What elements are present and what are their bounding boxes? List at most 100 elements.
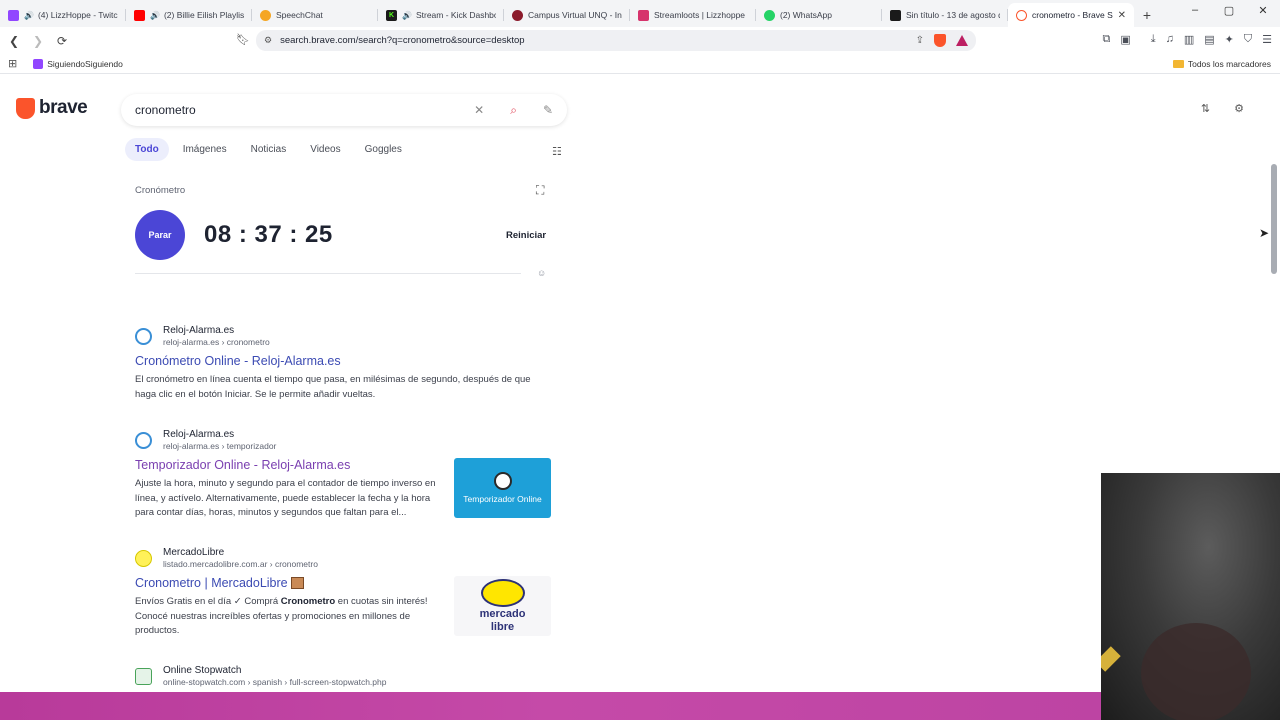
brave-lion-icon	[16, 97, 35, 119]
unq-icon	[512, 9, 523, 21]
tab-title: Stream - Kick Dashboard	[415, 10, 496, 20]
extension-box-icon[interactable]: ▣	[1120, 33, 1130, 46]
youtube-icon	[134, 9, 145, 21]
speaker-icon[interactable]: 🔊	[150, 11, 160, 20]
new-tab-button[interactable]: +	[1134, 3, 1160, 27]
tab-unq[interactable]: Campus Virtual UNQ - Inic	[504, 3, 630, 27]
forward-icon[interactable]: ❯	[28, 34, 48, 48]
extensions-area: ⧉ ▣ ⤓ ♫ ▥ ▤ ✦ ⛉ ☰	[1102, 33, 1272, 46]
tab-title: Streamloots | Lizzhoppe |	[654, 10, 748, 20]
tab-goggles[interactable]: Goggles	[355, 138, 412, 161]
tab-todo[interactable]: Todo	[125, 138, 169, 161]
box-emoji-icon	[290, 577, 304, 589]
tab-title: Sin título - 13 de agosto d	[906, 10, 1000, 20]
maximize-icon[interactable]: ▢	[1212, 4, 1246, 17]
result-thumbnail[interactable]: Temporizador Online	[454, 458, 551, 518]
sort-icon[interactable]: ⇅	[1201, 102, 1210, 115]
vpn-icon[interactable]: ⛉	[1244, 33, 1252, 46]
extensions-icon[interactable]: ⧉	[1102, 33, 1110, 46]
thumbnail-text: mercado	[479, 608, 526, 620]
tab-brave-search[interactable]: cronometro - Brave S ✕	[1008, 3, 1134, 27]
result-site[interactable]: MercadoLibre	[163, 547, 318, 559]
result-url[interactable]: online-stopwatch.com › spanish › full-sc…	[163, 677, 386, 688]
speaker-icon[interactable]: 🔊	[402, 11, 412, 20]
address-url: search.brave.com/search?q=cronometro&sou…	[280, 35, 525, 46]
sidebar-icon[interactable]: ▥	[1184, 33, 1194, 46]
site-favicon-icon	[135, 328, 152, 345]
streamloots-icon	[638, 9, 649, 21]
clock-icon	[493, 472, 512, 490]
share-icon[interactable]: ⇪	[916, 35, 924, 46]
leo-ai-icon[interactable]: ✦	[1225, 33, 1234, 46]
speechchat-icon	[260, 9, 271, 21]
brave-logo[interactable]: brave	[16, 97, 88, 119]
bookmarks-bar: ⊞ SiguiendoSiguiendo Todos los marcadore…	[0, 54, 1280, 74]
result-description: Ajuste la hora, minuto y segundo para el…	[135, 478, 436, 518]
filter-settings-icon[interactable]: ☷	[552, 145, 562, 158]
result-site[interactable]: Reloj-Alarma.es	[163, 325, 270, 337]
stop-button[interactable]: Parar	[135, 210, 185, 260]
bookmark-siguiendo[interactable]: SiguiendoSiguiendo	[33, 58, 123, 69]
brave-rewards-icon[interactable]	[956, 35, 968, 46]
result-description: El cronómetro en línea cuenta el tiempo …	[135, 374, 531, 400]
result-thumbnail[interactable]: mercado libre	[454, 576, 551, 636]
tab-youtube[interactable]: 🔊 (2) Billie Eilish Playlist	[126, 3, 252, 27]
result-site[interactable]: Online Stopwatch	[163, 665, 386, 677]
close-tab-icon[interactable]: ✕	[1114, 10, 1126, 21]
reload-icon[interactable]: ⟳	[52, 34, 72, 48]
tab-whatsapp[interactable]: (2) WhatsApp	[756, 3, 882, 27]
menu-icon[interactable]: ☰	[1262, 33, 1272, 46]
canva-icon	[890, 9, 901, 21]
brave-shields-icon[interactable]	[934, 34, 946, 47]
tab-noticias[interactable]: Noticias	[241, 138, 297, 161]
minimize-icon[interactable]: –	[1178, 4, 1212, 17]
result-url[interactable]: reloj-alarma.es › cronometro	[163, 337, 270, 348]
back-icon[interactable]: ❮	[4, 34, 24, 48]
webcam-figure	[1141, 623, 1251, 720]
tab-videos[interactable]: Videos	[300, 138, 350, 161]
all-bookmarks-label: Todos los marcadores	[1187, 58, 1271, 69]
site-settings-icon[interactable]: ⚙	[264, 35, 272, 46]
fullscreen-icon[interactable]: ⛶	[536, 183, 544, 198]
search-icon[interactable]: ⌕	[510, 103, 517, 118]
tab-imagenes[interactable]: Imágenes	[173, 138, 237, 161]
stopwatch-label: Cronómetro	[135, 185, 186, 196]
divider	[135, 273, 521, 274]
result-url[interactable]: reloj-alarma.es › temporizador	[163, 441, 276, 452]
music-icon[interactable]: ♫	[1166, 33, 1174, 46]
result-url[interactable]: listado.mercadolibre.com.ar › cronometro	[163, 559, 318, 570]
feedback-icon[interactable]: ☺	[537, 268, 546, 278]
download-icon[interactable]: ⤓	[1151, 33, 1156, 46]
apps-grid-icon[interactable]: ⊞	[8, 57, 17, 70]
result-site[interactable]: Reloj-Alarma.es	[163, 429, 276, 441]
brave-icon	[1016, 9, 1027, 21]
bookmark-icon[interactable]: 🔖︎	[236, 33, 250, 46]
clear-icon[interactable]: ✕	[474, 103, 484, 118]
search-input[interactable]: cronometro ✕ ⌕ ✎	[121, 94, 567, 126]
scrollbar-thumb[interactable]	[1271, 164, 1277, 274]
stream-overlay-bar	[0, 692, 1101, 720]
tab-title: (2) Billie Eilish Playlist	[163, 10, 244, 20]
tab-speechchat[interactable]: SpeechChat	[252, 3, 378, 27]
search-result: Reloj-Alarma.es reloj-alarma.es › tempor…	[135, 429, 555, 521]
brand-wordmark: brave	[39, 97, 88, 118]
address-bar[interactable]: ⚙ search.brave.com/search?q=cronometro&s…	[256, 30, 976, 51]
reset-button[interactable]: Reiniciar	[506, 230, 546, 241]
speaker-icon[interactable]: 🔊	[24, 11, 34, 20]
tab-streamloots[interactable]: Streamloots | Lizzhoppe |	[630, 3, 756, 27]
gear-icon[interactable]: ⚙	[1234, 102, 1244, 115]
result-title[interactable]: Cronómetro Online - Reloj-Alarma.es	[135, 353, 555, 369]
browser-toolbar: ❮ ❯ ⟳ 🔖︎ ⚙ search.brave.com/search?q=cro…	[0, 27, 1280, 54]
tab-title: SpeechChat	[276, 10, 323, 20]
ai-answer-icon[interactable]: ✎	[543, 103, 553, 118]
tab-canva[interactable]: Sin título - 13 de agosto d	[882, 3, 1008, 27]
webcam-overlay	[1101, 473, 1280, 720]
mouse-cursor-icon: ➤	[1259, 226, 1270, 240]
close-window-icon[interactable]: ✕	[1246, 4, 1280, 17]
tab-twitch[interactable]: 🔊 (4) LizzHoppe - Twitch	[0, 3, 126, 27]
all-bookmarks[interactable]: Todos los marcadores	[1172, 58, 1271, 69]
tab-kick[interactable]: K 🔊 Stream - Kick Dashboard	[378, 3, 504, 27]
search-page: brave cronometro ✕ ⌕ ✎ ⇅ ⚙ Todo Imágenes…	[0, 75, 1280, 692]
search-result: Reloj-Alarma.es reloj-alarma.es › cronom…	[135, 325, 555, 402]
wallet-icon[interactable]: ▤	[1204, 33, 1214, 46]
